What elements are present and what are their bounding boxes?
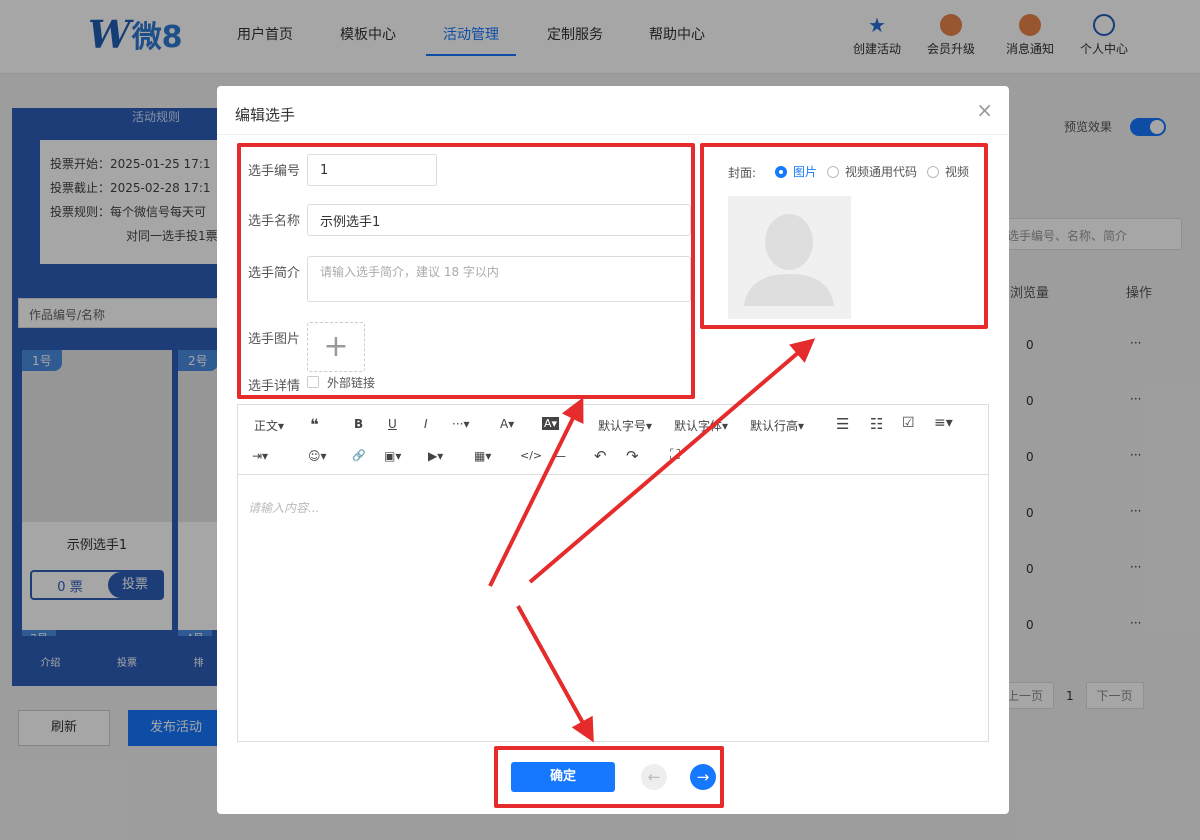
arrow-to-buttons bbox=[516, 605, 594, 743]
annotation-arrows bbox=[488, 338, 816, 743]
arrow-to-cover bbox=[528, 338, 816, 584]
arrow-to-form bbox=[488, 397, 584, 587]
